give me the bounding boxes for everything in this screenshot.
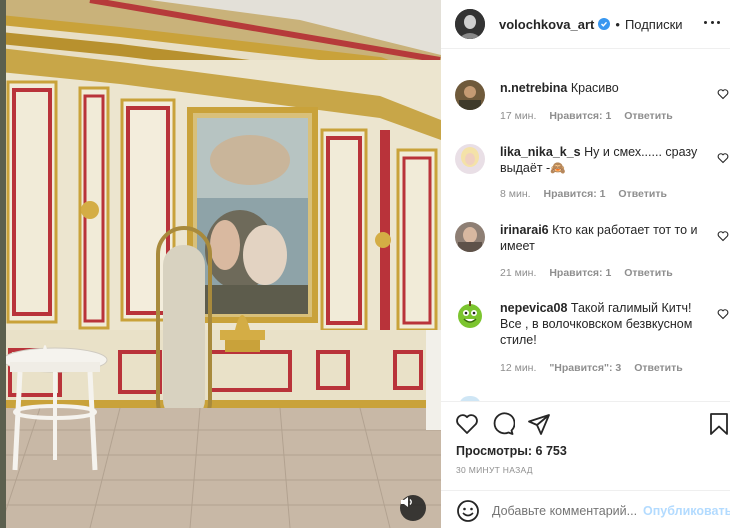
commenter-avatar[interactable]: [455, 300, 485, 330]
author-username[interactable]: volochkova_art: [499, 17, 594, 32]
comment-text: n.netrebina Красиво: [500, 80, 700, 96]
comment-likes[interactable]: Нравится: 1: [543, 188, 605, 200]
reply-button[interactable]: Ответить: [624, 267, 673, 279]
avatar-image: [455, 9, 485, 39]
actions-divider: [441, 401, 730, 402]
share-icon[interactable]: [527, 412, 551, 436]
comment-likes[interactable]: Нравится: 1: [549, 110, 611, 122]
emoji-icon[interactable]: [456, 499, 480, 523]
comment-time: 17 мин.: [500, 110, 537, 122]
comment-input[interactable]: [492, 504, 642, 518]
comment-text: irinarai6 Кто как работает тот то и имее…: [500, 222, 700, 254]
heart-icon[interactable]: [717, 88, 729, 100]
heart-icon[interactable]: [717, 152, 729, 164]
comment-bar-divider: [441, 490, 730, 491]
comment-text: lika_nika_k_s Ну и смех...... сразу выда…: [500, 144, 700, 176]
heart-icon[interactable]: [717, 308, 729, 320]
comment-likes[interactable]: Нравится: 1: [549, 267, 611, 279]
following-button[interactable]: Подписки: [625, 17, 683, 32]
heart-icon[interactable]: [455, 412, 479, 436]
comment-meta: 12 мин. "Нравится": 3 Ответить: [500, 362, 693, 374]
post-header: volochkova_art • Подписки: [441, 0, 730, 48]
header-separator: •: [615, 16, 620, 32]
comment-meta: 17 мин. Нравится: 1 Ответить: [500, 110, 683, 122]
commenter-avatar[interactable]: [455, 80, 485, 110]
comment-icon[interactable]: [491, 412, 515, 436]
comment-meta: 8 мин. Нравится: 1 Ответить: [500, 188, 677, 200]
comment-body: Красиво: [570, 81, 619, 95]
reply-button[interactable]: Ответить: [618, 188, 667, 200]
commenter-username[interactable]: irinarai6: [500, 223, 549, 237]
commenter-avatar[interactable]: [455, 222, 485, 252]
verified-icon: [598, 18, 611, 30]
more-icon: [704, 20, 707, 24]
comment-likes[interactable]: "Нравится": 3: [549, 362, 621, 374]
commenter-username[interactable]: nepevica08: [500, 301, 567, 315]
comment-meta: 21 мин. Нравится: 1 Ответить: [500, 267, 683, 279]
post-actions-bar: [441, 408, 730, 442]
commenter-avatar[interactable]: [455, 144, 485, 174]
header-divider: [441, 48, 730, 49]
commenter-username[interactable]: lika_nika_k_s: [500, 145, 581, 159]
heart-icon[interactable]: [717, 230, 729, 242]
sound-icon: [401, 497, 412, 507]
sound-toggle-button[interactable]: [400, 495, 426, 521]
post-time-ago[interactable]: 30 МИНУТ НАЗАД: [456, 465, 533, 475]
bookmark-icon[interactable]: [709, 412, 729, 436]
more-options-button[interactable]: [704, 14, 720, 30]
post-media-video[interactable]: [0, 0, 441, 528]
comment-time: 12 мин.: [500, 362, 537, 374]
reply-button[interactable]: Ответить: [624, 110, 673, 122]
palace-interior-image: [0, 0, 441, 528]
comments-list[interactable]: n.netrebina Красиво 17 мин. Нравится: 1 …: [441, 56, 730, 401]
comment-time: 21 мин.: [500, 267, 537, 279]
post-side-panel: volochkova_art • Подписки n.netrebina Кр…: [441, 0, 730, 528]
publish-button[interactable]: Опубликовать: [643, 504, 730, 518]
commenter-username[interactable]: n.netrebina: [500, 81, 567, 95]
reply-button[interactable]: Ответить: [634, 362, 683, 374]
views-count[interactable]: Просмотры: 6 753: [456, 444, 567, 458]
comment-time: 8 мин.: [500, 188, 531, 200]
add-comment-bar: Опубликовать: [441, 495, 730, 528]
author-avatar[interactable]: [455, 9, 485, 39]
comment-text: nepevica08 Такой галимый Китч! Все , в в…: [500, 300, 700, 348]
